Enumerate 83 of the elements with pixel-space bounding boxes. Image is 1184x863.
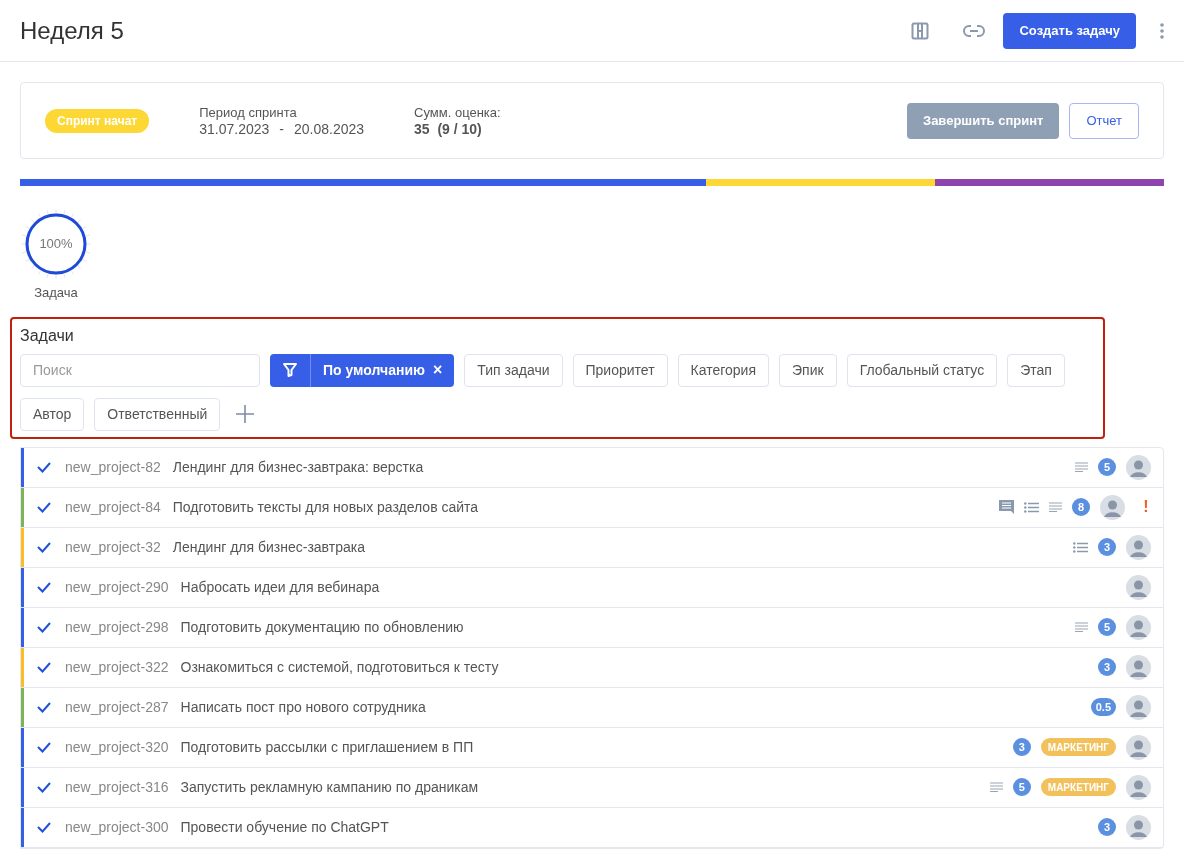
urgent-mark: ! (1142, 497, 1150, 517)
estimate-badge: 0.5 (1090, 698, 1116, 716)
task-id: new_project-320 (65, 737, 169, 757)
task-title: Запустить рекламную кампанию по драникам (180, 777, 480, 797)
task-title: Подготовить документацию по обновлению (180, 617, 465, 637)
filter-button[interactable]: Эпик (779, 353, 837, 387)
tag: МАРКЕТИНГ (1040, 778, 1116, 796)
avatar (1126, 614, 1151, 640)
task-title: Лендинг для бизнес-завтрака (172, 537, 366, 557)
filter-button[interactable]: Этап (1007, 353, 1065, 387)
link-icon[interactable] (963, 23, 986, 38)
task-title: Лендинг для бизнес-завтрака: верстка (172, 457, 425, 477)
estimate-badge: 5 (1012, 778, 1031, 796)
task-row[interactable]: new_project-316 Запустить рекламную кампанию по драникам 5 МАРКЕТИНГ (21, 767, 1163, 808)
add-filter-icon[interactable] (236, 405, 255, 423)
avatar (1126, 534, 1151, 560)
avatar (1126, 574, 1151, 600)
task-row[interactable]: new_project-320 Подготовить рассылки с приглашением в ПП 3 МАРКЕТИНГ (21, 727, 1163, 768)
date-dash: - (279, 120, 284, 138)
avatar (1126, 654, 1151, 680)
end-date: 20.08.2023 (294, 120, 365, 138)
task-id: new_project-287 (65, 697, 169, 717)
filter-button[interactable]: Автор (20, 397, 85, 431)
start-date: 31.07.2023 (199, 120, 270, 138)
task-title: Набросать идеи для вебинара (180, 577, 381, 597)
estimate-badge: 3 (1098, 818, 1116, 836)
task-title: Подготовить тексты для новых разделов сайта (172, 497, 480, 517)
avatar (1126, 814, 1151, 840)
filter-name[interactable]: По умолчанию (311, 359, 433, 381)
estimate-badge: 5 (1098, 458, 1116, 476)
estimate-badge: 5 (1098, 618, 1116, 636)
remove-filter-button[interactable]: × (432, 358, 455, 382)
estimate-value: 35 (9 / 10) (414, 120, 483, 138)
task-id: new_project-290 (65, 577, 169, 597)
task-id: new_project-82 (65, 457, 161, 477)
task-title: Провести обучение по ChatGPT (180, 817, 390, 837)
avatar (1126, 734, 1151, 760)
tag: МАРКЕТИНГ (1040, 738, 1116, 756)
task-row[interactable]: new_project-300 Провести обучение по ChatGPT 3 (21, 807, 1163, 848)
search-field[interactable]: Поиск (20, 353, 260, 387)
progress-label: Задача (34, 284, 78, 302)
estimate-badge: 3 (1098, 658, 1116, 676)
task-id: new_project-300 (65, 817, 169, 837)
avatar (1126, 774, 1151, 800)
avatar (1126, 454, 1151, 480)
estimate-label: Сумм. оценка: (414, 103, 501, 121)
progress-percent: 100% (39, 235, 73, 254)
report-button[interactable]: Отчет (1069, 102, 1139, 139)
task-row[interactable]: new_project-32 Лендинг для бизнес-завтрака 3 (21, 527, 1163, 568)
filter-button[interactable]: Глобальный статус (846, 353, 998, 387)
filter-button[interactable]: Категория (677, 353, 770, 387)
task-row[interactable]: new_project-287 Написать пост про нового сотрудника 0.5 (21, 687, 1163, 728)
more-icon[interactable] (1160, 22, 1164, 39)
status-badge: Спринт начат (45, 108, 150, 133)
task-row[interactable]: new_project-298 Подготовить документацию по обновлению 5 (21, 607, 1163, 648)
task-row[interactable]: new_project-82 Лендинг для бизнес-завтрака: верстка 5 (21, 447, 1163, 488)
section-title: Задачи (20, 325, 75, 346)
task-title: Написать пост про нового сотрудника (180, 697, 427, 717)
estimate-badge: 3 (1012, 738, 1031, 756)
period-label: Период спринта (199, 103, 298, 121)
progress-ring (20, 208, 92, 280)
task-id: new_project-84 (65, 497, 161, 517)
board-icon[interactable] (911, 21, 930, 40)
task-id: new_project-32 (65, 537, 161, 557)
task-id: new_project-316 (65, 777, 169, 797)
avatar (1126, 694, 1151, 720)
task-title: Подготовить рассылки с приглашением в ПП (180, 737, 475, 757)
filter-button[interactable]: Ответственный (94, 397, 221, 431)
page-title: Неделя 5 (20, 15, 125, 46)
filter-button[interactable]: Приоритет (572, 353, 668, 387)
filter-icon[interactable] (282, 362, 298, 378)
estimate-badge: 8 (1072, 498, 1090, 516)
estimate-badge: 3 (1098, 538, 1116, 556)
filter-button[interactable]: Тип задачи (464, 353, 563, 387)
task-title: Ознакомиться с системой, подготовиться к тесту (180, 657, 500, 677)
task-id: new_project-322 (65, 657, 169, 677)
create-task-button[interactable]: Создать задачу (1003, 12, 1136, 49)
active-filter[interactable]: По умолчанию × (270, 353, 455, 387)
task-row[interactable]: new_project-322 Ознакомиться с системой, подготовиться к тесту 3 (21, 647, 1163, 688)
task-row[interactable]: new_project-84 Подготовить тексты для новых разделов сайта 8 ! (21, 487, 1163, 528)
avatar (1100, 494, 1125, 520)
task-id: new_project-298 (65, 617, 169, 637)
task-row[interactable]: new_project-290 Набросать идеи для вебинара (21, 567, 1163, 608)
